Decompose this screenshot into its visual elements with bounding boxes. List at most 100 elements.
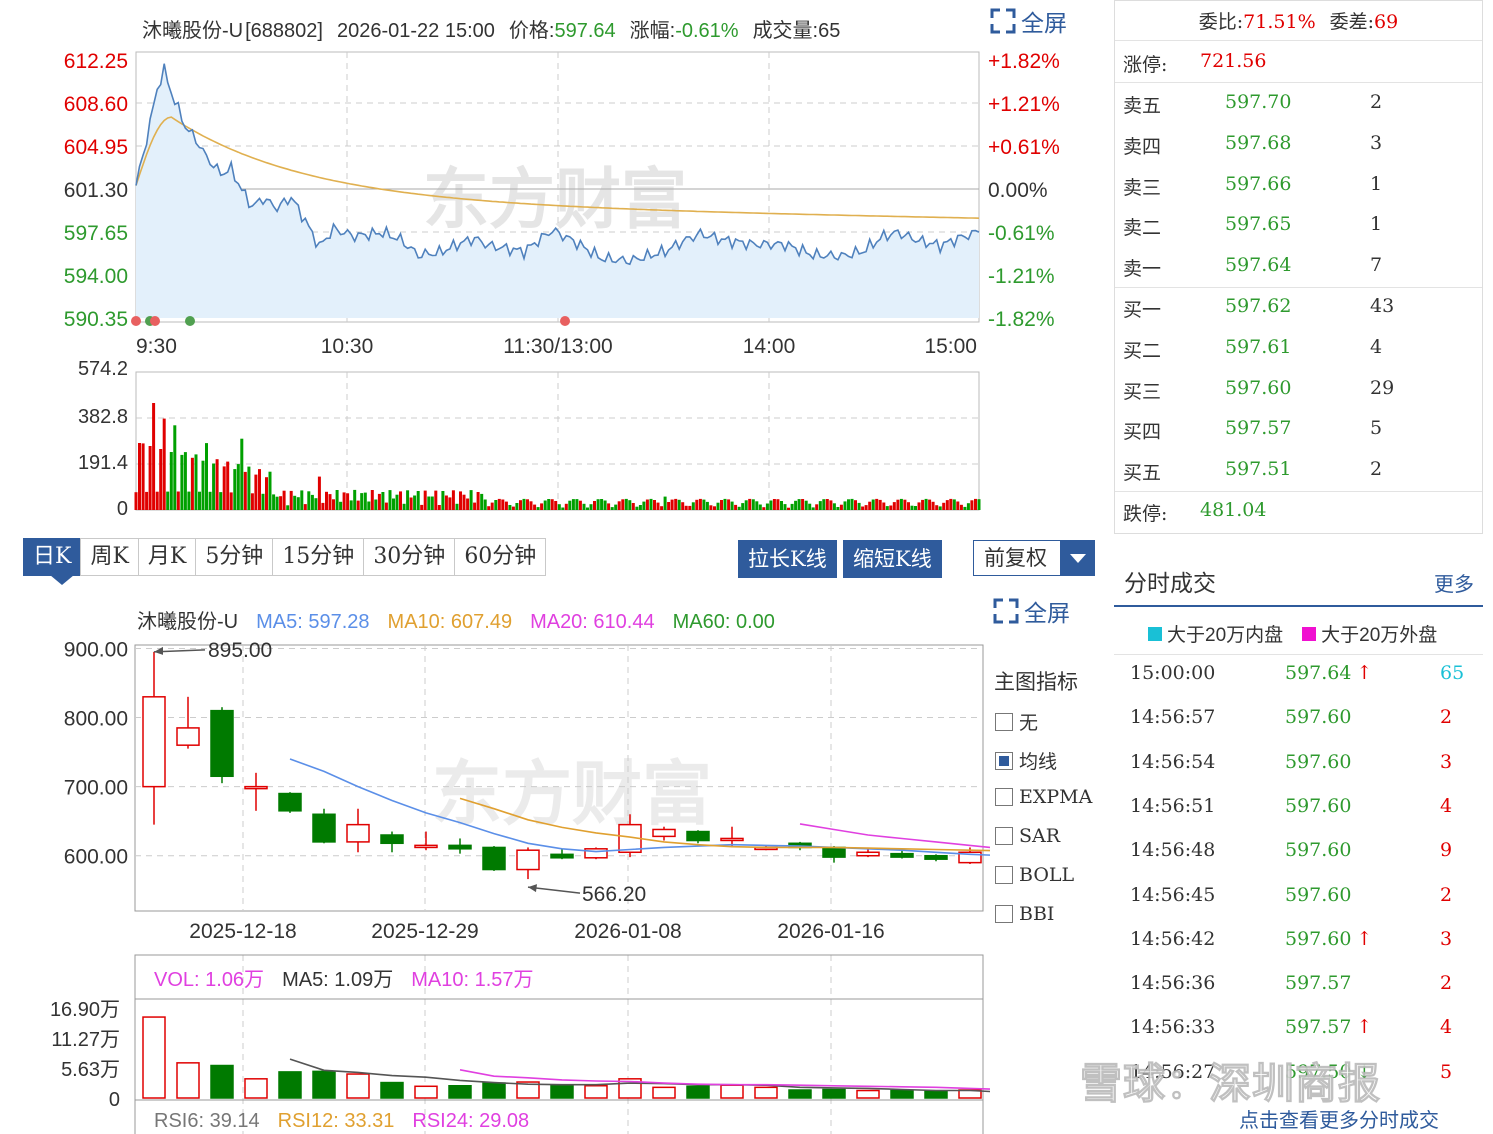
- intraday-volume-bar: [215, 459, 219, 510]
- intraday-volume-bar: [836, 507, 840, 510]
- volume-bar: [924, 1090, 948, 1099]
- candle-body: [924, 854, 948, 860]
- intraday-volume-bar: [645, 499, 649, 510]
- candle-body: [380, 834, 404, 845]
- intraday-volume-bar: [243, 471, 247, 510]
- shorten-kline-button[interactable]: 缩短K线: [843, 540, 942, 578]
- candle-body: [142, 696, 166, 788]
- candle-body: [550, 853, 574, 859]
- intraday-volume-bar: [187, 491, 191, 510]
- intraday-volume-bar: [265, 477, 268, 510]
- intraday-volume-bar: [603, 500, 607, 510]
- volume-y-tick: 5.63万: [61, 1059, 120, 1081]
- volume-bar: [448, 1085, 472, 1099]
- intraday-volume-bar: [497, 498, 501, 510]
- checkbox-icon[interactable]: [995, 788, 1013, 806]
- intraday-volume-bar: [180, 454, 184, 510]
- indicator-option-4[interactable]: BOLL: [995, 864, 1074, 886]
- intraday-volume-bar: [797, 499, 801, 510]
- intraday-volume-bar: [307, 491, 311, 510]
- intraday-volume-bar: [300, 490, 304, 510]
- indicator-option-3[interactable]: SAR: [995, 825, 1060, 847]
- intraday-volume-bar: [317, 476, 321, 510]
- intraday-volume-bar: [346, 493, 350, 510]
- indicator-option-0[interactable]: 无: [995, 708, 1038, 735]
- checkbox-icon[interactable]: [995, 905, 1013, 923]
- intraday-volume-bar: [430, 496, 434, 510]
- intraday-volume-bar: [783, 504, 787, 510]
- intraday-volume-bar: [332, 499, 335, 510]
- intraday-volume-bar: [952, 499, 956, 510]
- tab-2[interactable]: 月K: [137, 538, 197, 576]
- time-tick-label: 15:00: [924, 335, 977, 358]
- price-tick-label: 604.95: [64, 136, 128, 159]
- trades-more-link[interactable]: 更多: [1434, 568, 1474, 597]
- indicator-option-1[interactable]: 均线: [995, 747, 1057, 774]
- intraday-volume-bar: [145, 491, 149, 510]
- intraday-volume-bar: [924, 498, 928, 510]
- fullscreen-button-kline[interactable]: 全屏: [993, 594, 1070, 628]
- intraday-volume-bar: [656, 502, 660, 510]
- dropdown-arrow-icon: [1060, 541, 1094, 575]
- candle-body: [414, 844, 438, 849]
- volume-bar: [380, 1081, 404, 1099]
- intraday-volume-bar: [356, 500, 360, 510]
- intraday-volume-bar: [469, 490, 473, 510]
- intraday-volume-bar: [917, 502, 921, 510]
- tab-5[interactable]: 30分钟: [363, 538, 456, 576]
- tab-1[interactable]: 周K: [80, 538, 139, 576]
- intraday-volume-bar: [448, 497, 452, 510]
- checkbox-icon[interactable]: [995, 866, 1013, 884]
- checkbox-icon[interactable]: [995, 751, 1013, 770]
- candle-body: [652, 828, 676, 838]
- intraday-volume-bar: [709, 505, 713, 510]
- indicator-option-5[interactable]: BBI: [995, 903, 1054, 925]
- intraday-volume-bar: [885, 506, 889, 510]
- candle-body: [686, 830, 710, 842]
- intraday-volume-bar: [339, 501, 343, 510]
- intraday-volume-bar: [533, 504, 537, 510]
- intraday-volume-bar: [148, 446, 152, 510]
- intraday-volume-bar: [822, 499, 826, 510]
- volume-tick-label: 191.4: [78, 452, 128, 474]
- pct-tick-label: -1.82%: [988, 308, 1055, 331]
- intraday-volume-bar: [173, 425, 177, 510]
- lengthen-kline-button[interactable]: 拉长K线: [738, 540, 837, 578]
- intraday-volume-bar: [698, 498, 702, 510]
- tab-0[interactable]: 日K: [23, 538, 82, 576]
- indicator-option-2[interactable]: EXPMA: [995, 786, 1092, 808]
- kline-date-tick: 2026-01-08: [574, 920, 681, 943]
- intraday-volume-bar: [575, 499, 579, 510]
- intraday-volume-bar: [198, 491, 201, 510]
- intraday-volume-bar: [159, 449, 163, 510]
- candle-body: [312, 813, 336, 843]
- intraday-volume-bar: [494, 500, 498, 510]
- checkbox-icon[interactable]: [995, 712, 1013, 731]
- volume-bar: [584, 1085, 608, 1099]
- fullscreen-button-top[interactable]: 全屏: [990, 4, 1067, 38]
- intraday-volume-bar: [152, 403, 156, 510]
- intraday-volume-bar: [716, 502, 720, 510]
- volume-tick-label: 382.8: [78, 406, 128, 428]
- intraday-volume-bar: [854, 500, 857, 510]
- tab-4[interactable]: 15分钟: [272, 538, 365, 576]
- candle-body: [516, 849, 540, 871]
- intraday-volume-bar: [776, 499, 780, 510]
- adjust-select[interactable]: 前复权: [973, 540, 1095, 576]
- kline-y-tick: 800.00: [64, 708, 128, 731]
- intraday-volume-bar: [582, 503, 586, 510]
- intraday-volume-bar: [624, 498, 628, 510]
- tab-3[interactable]: 5分钟: [195, 538, 274, 576]
- intraday-volume-bar: [861, 506, 865, 510]
- intraday-volume-bar: [959, 504, 963, 510]
- intraday-volume-bar: [882, 502, 886, 510]
- intraday-volume-bar: [395, 494, 399, 510]
- checkbox-icon[interactable]: [995, 827, 1013, 845]
- intraday-volume-bar: [557, 504, 561, 510]
- intraday-volume-bar: [790, 503, 794, 510]
- volume-bar: [176, 1062, 200, 1099]
- trades-legend: 大于20万内盘 大于20万外盘: [1148, 620, 1437, 647]
- candle-body: [176, 727, 200, 746]
- tab-6[interactable]: 60分钟: [454, 538, 547, 576]
- intraday-volume-bar: [250, 493, 254, 510]
